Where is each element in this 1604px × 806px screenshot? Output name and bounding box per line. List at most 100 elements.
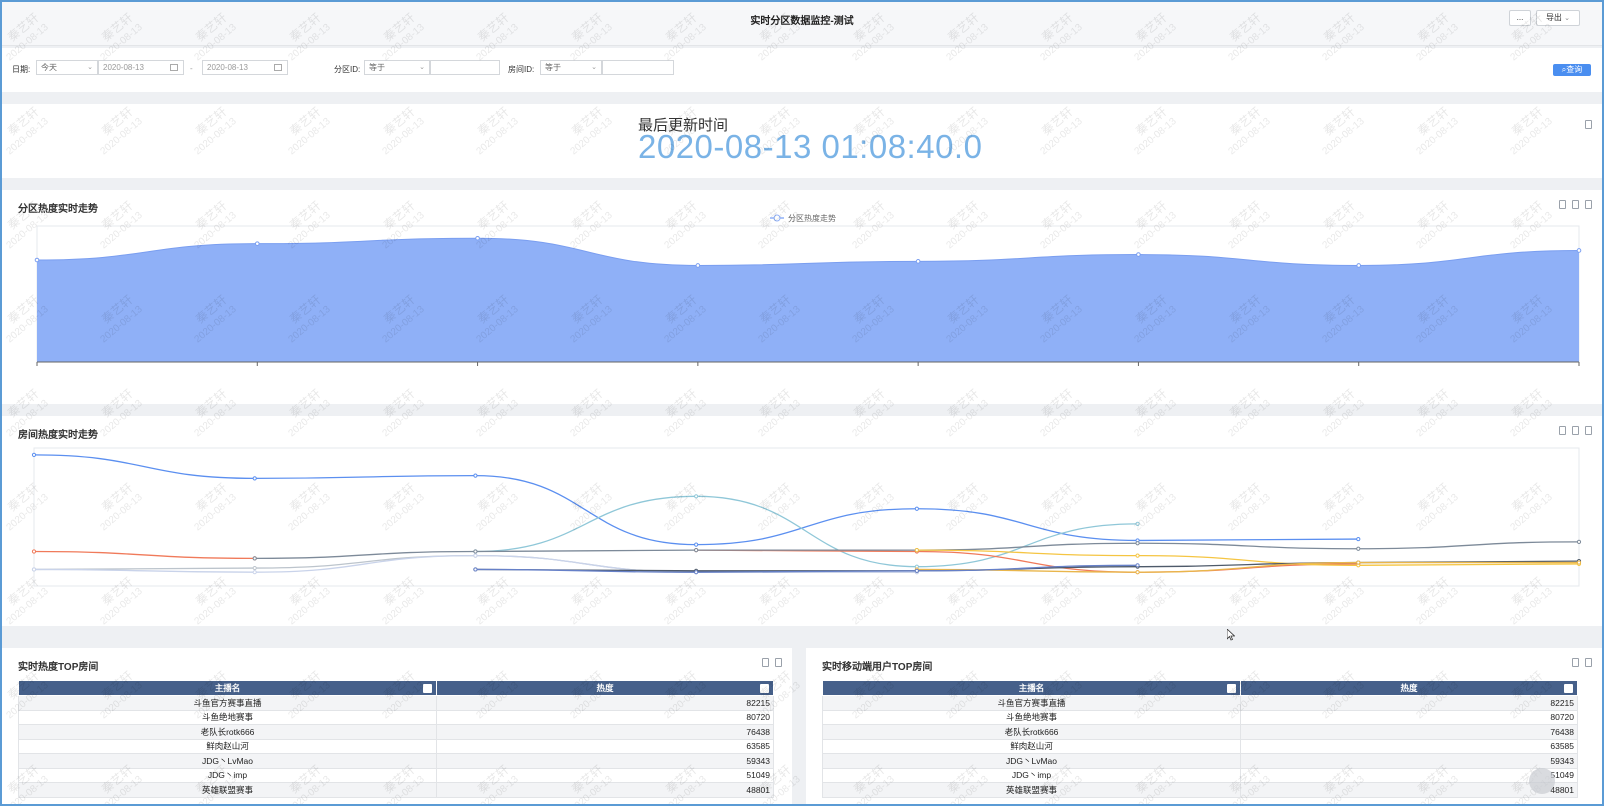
fullscreen-icon[interactable] xyxy=(1585,658,1592,667)
date-start-input[interactable]: 2020-08-13 xyxy=(98,60,184,75)
data-point xyxy=(1356,546,1361,551)
room-chart-panel: 房间热度实时走势 xyxy=(2,416,1602,626)
heat-value-cell: 48801 xyxy=(1240,782,1578,798)
zone-heat-chart: 分区热度走势 xyxy=(34,213,1582,366)
filter-bar: 日期: 今天 ⌄ 2020-08-13 - 2020-08-13 分区ID: 等… xyxy=(2,48,1602,92)
data-point xyxy=(473,567,478,572)
table-row[interactable]: 老队长rotk666 76438 xyxy=(18,724,774,740)
fullscreen-icon[interactable] xyxy=(1585,120,1592,129)
series-line xyxy=(33,550,255,560)
date-preset-select[interactable]: 今天 ⌄ xyxy=(36,60,98,75)
date-start-value: 2020-08-13 xyxy=(103,63,144,72)
streamer-name-cell: JDG丶imp xyxy=(18,767,437,783)
data-point xyxy=(473,473,478,478)
streamer-name-cell: 老队长rotk666 xyxy=(822,724,1241,740)
data-point xyxy=(914,548,919,553)
table-row[interactable]: 斗鱼官方赛事直播 82215 xyxy=(822,695,1578,711)
data-point xyxy=(252,476,257,481)
data-point xyxy=(1356,263,1362,268)
filter-icon[interactable] xyxy=(1564,684,1573,693)
data-point xyxy=(915,259,921,264)
heat-value-cell: 76438 xyxy=(1240,724,1578,740)
data-point xyxy=(914,568,919,573)
room-id-label: 房间ID: xyxy=(508,65,535,74)
heat-value-cell: 80720 xyxy=(436,709,774,725)
data-point xyxy=(252,565,257,571)
page-title: 实时分区数据监控-测试 xyxy=(750,16,854,27)
column-header-heat[interactable]: 热度 xyxy=(436,680,774,696)
table-row[interactable]: JDG丶imp 51049 xyxy=(822,767,1578,783)
streamer-name-cell: 鲜肉赵山河 xyxy=(18,738,437,754)
data-point xyxy=(694,548,699,553)
chevron-down-icon: ⌄ xyxy=(87,64,93,71)
room-op-select[interactable]: 等于 ⌄ xyxy=(540,60,602,75)
streamer-name-cell: 斗鱼官方赛事直播 xyxy=(822,695,1241,711)
streamer-name-cell: 斗鱼绝地赛事 xyxy=(18,709,437,725)
zone-id-input[interactable] xyxy=(430,60,500,75)
query-button[interactable]: ⌕查询 xyxy=(1553,64,1591,76)
heat-value-cell: 82215 xyxy=(436,695,774,711)
last-update-panel: 最后更新时间 2020-08-13 01:08:40.0 xyxy=(2,104,1602,178)
fullscreen-icon[interactable] xyxy=(775,658,782,667)
table-row[interactable]: 鲜肉赵山河 63585 xyxy=(822,738,1578,754)
heat-value-cell: 82215 xyxy=(1240,695,1578,711)
data-point xyxy=(914,506,919,511)
more-button[interactable]: ... xyxy=(1509,10,1531,26)
calendar-icon xyxy=(170,64,178,71)
table-row[interactable]: 斗鱼绝地赛事 80720 xyxy=(822,709,1578,725)
column-header-label: 主播名 xyxy=(214,683,241,693)
download-icon[interactable] xyxy=(762,658,769,667)
table-row[interactable]: JDG丶imp 51049 xyxy=(18,767,774,783)
table-row[interactable]: 斗鱼官方赛事直播 82215 xyxy=(18,695,774,711)
room-id-input[interactable] xyxy=(602,60,674,75)
heat-value-cell: 63585 xyxy=(1240,738,1578,754)
data-point xyxy=(475,235,480,241)
column-header-heat[interactable]: 热度 xyxy=(1240,680,1578,696)
filter-icon[interactable] xyxy=(760,684,769,693)
zone-id-label: 分区ID: xyxy=(334,65,361,74)
streamer-name-cell: 鲜肉赵山河 xyxy=(822,738,1241,754)
heat-value-cell: 59343 xyxy=(436,753,774,769)
date-end-value: 2020-08-13 xyxy=(207,63,248,72)
table-row[interactable]: 斗鱼绝地赛事 80720 xyxy=(18,709,774,725)
data-point xyxy=(694,542,699,547)
data-point xyxy=(252,556,257,561)
date-label: 日期: xyxy=(12,65,31,74)
heat-value-cell: 51049 xyxy=(436,767,774,783)
table-row[interactable]: 英雄联盟赛事 48801 xyxy=(18,782,774,798)
heat-value-cell: 63585 xyxy=(436,738,774,754)
table-row[interactable]: 鲜肉赵山河 63585 xyxy=(18,738,774,754)
table-row[interactable]: 老队长rotk666 76438 xyxy=(822,724,1578,740)
data-point xyxy=(694,494,699,499)
zone-op-value: 等于 xyxy=(369,63,385,72)
query-label: 查询 xyxy=(1566,65,1583,74)
filter-icon[interactable] xyxy=(1227,684,1236,693)
data-point xyxy=(695,263,701,268)
column-header-label: 热度 xyxy=(596,683,614,693)
data-point xyxy=(694,570,699,575)
export-button[interactable]: 导出 ⌄ xyxy=(1536,10,1580,26)
column-header-streamer[interactable]: 主播名 xyxy=(18,680,437,696)
floating-action-button[interactable] xyxy=(1529,768,1555,794)
download-icon[interactable] xyxy=(1572,658,1579,667)
heat-value-cell: 48801 xyxy=(436,782,774,798)
date-end-input[interactable]: 2020-08-13 xyxy=(202,60,288,75)
top-rooms-table: 主播名 热度 斗鱼官方赛事直播 82215 斗鱼绝地赛事 80720 老队长rotk66… xyxy=(18,680,774,798)
heat-value-cell: 80720 xyxy=(1240,709,1578,725)
table-row[interactable]: 英雄联盟赛事 48801 xyxy=(822,782,1578,798)
chevron-down-icon: ⌄ xyxy=(591,64,597,71)
top-rooms-panel: 实时热度TOP房间 主播名 热度 斗鱼官方赛事直播 82215 斗鱼绝地赛事 8072… xyxy=(2,648,792,804)
data-point xyxy=(34,257,40,263)
filter-icon[interactable] xyxy=(423,684,432,693)
data-point xyxy=(473,549,478,554)
table-row[interactable]: JDG丶LvMao 59343 xyxy=(822,753,1578,769)
column-header-streamer[interactable]: 主播名 xyxy=(822,680,1241,696)
series-line xyxy=(33,454,1359,546)
top-mobile-title: 实时移动端用户TOP房间 xyxy=(822,662,933,673)
chevron-down-icon: ⌄ xyxy=(419,64,425,71)
data-point xyxy=(1135,521,1140,527)
table-row[interactable]: JDG丶LvMao 59343 xyxy=(18,753,774,769)
top-rooms-title: 实时热度TOP房间 xyxy=(18,662,99,673)
data-point xyxy=(254,241,260,246)
zone-op-select[interactable]: 等于 ⌄ xyxy=(364,60,430,75)
